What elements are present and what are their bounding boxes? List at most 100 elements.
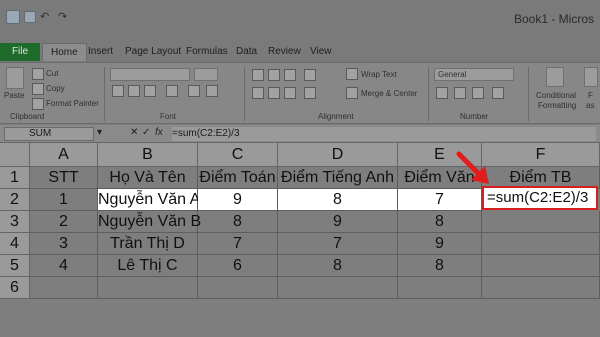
cancel-icon[interactable]: ✕ <box>130 127 138 138</box>
undo-icon[interactable]: ↶ <box>40 10 49 23</box>
table-cell[interactable]: 7 <box>198 233 278 255</box>
paste-icon[interactable] <box>6 67 24 89</box>
conditional-formatting-icon[interactable] <box>546 67 564 87</box>
table-cell[interactable]: 9 <box>398 233 482 255</box>
table-cell[interactable]: 8 <box>398 211 482 233</box>
column-header-c[interactable]: C <box>198 143 278 167</box>
table-cell[interactable] <box>482 255 600 277</box>
table-cell[interactable] <box>278 277 398 299</box>
align-left-icon[interactable] <box>252 87 264 99</box>
table-cell[interactable]: 7 <box>398 189 482 211</box>
cut-button[interactable]: Cut <box>46 69 58 78</box>
table-cell[interactable]: 8 <box>398 255 482 277</box>
table-cell[interactable]: Nguyễn Văn B <box>98 211 201 233</box>
font-name-select[interactable] <box>110 68 190 81</box>
column-header-d[interactable]: D <box>278 143 398 167</box>
table-cell[interactable]: 8 <box>278 255 398 277</box>
table-cell[interactable] <box>482 211 600 233</box>
fill-color-icon[interactable] <box>188 85 200 97</box>
format-painter-icon[interactable] <box>32 98 44 110</box>
column-header-f[interactable]: F <box>482 143 600 167</box>
tab-data[interactable]: Data <box>236 43 257 61</box>
copy-button[interactable]: Copy <box>46 84 65 93</box>
tab-insert[interactable]: Insert <box>88 43 113 61</box>
table-cell[interactable]: 9 <box>198 189 278 211</box>
tab-page-layout[interactable]: Page Layout <box>125 43 181 61</box>
align-right-icon[interactable] <box>284 87 296 99</box>
table-cell[interactable]: 1 <box>30 189 98 211</box>
table-cell[interactable]: 8 <box>198 211 278 233</box>
row-header[interactable]: 3 <box>0 211 30 233</box>
table-cell[interactable]: 9 <box>278 211 398 233</box>
underline-icon[interactable] <box>144 85 156 97</box>
format-as-label[interactable]: F <box>588 91 593 100</box>
table-cell[interactable]: Lê Thị C <box>98 255 198 277</box>
table-header-cell[interactable]: STT <box>30 167 98 189</box>
column-header-a[interactable]: A <box>30 143 98 167</box>
wrap-text-button[interactable]: Wrap Text <box>361 70 397 79</box>
table-cell[interactable] <box>198 277 278 299</box>
tab-file[interactable]: File <box>0 43 40 61</box>
table-cell[interactable] <box>98 277 198 299</box>
table-cell[interactable] <box>398 277 482 299</box>
row-header[interactable]: 4 <box>0 233 30 255</box>
table-cell[interactable] <box>482 277 600 299</box>
table-cell[interactable]: 6 <box>198 255 278 277</box>
table-cell[interactable] <box>30 277 98 299</box>
select-all-corner[interactable] <box>0 143 30 167</box>
row-header[interactable]: 6 <box>0 277 30 299</box>
comma-icon[interactable] <box>472 87 484 99</box>
table-header-cell[interactable]: Họ Và Tên <box>98 167 198 189</box>
tab-home[interactable]: Home <box>42 43 87 61</box>
currency-icon[interactable] <box>436 87 448 99</box>
table-header-cell[interactable]: Điểm Toán <box>198 167 278 189</box>
cut-icon[interactable] <box>32 68 44 80</box>
table-cell[interactable]: Nguyễn Văn A <box>98 189 200 211</box>
format-painter-button[interactable]: Format Painter <box>46 99 99 108</box>
borders-icon[interactable] <box>166 85 178 97</box>
save-icon[interactable] <box>24 11 36 23</box>
table-cell[interactable]: 4 <box>30 255 98 277</box>
tab-view[interactable]: View <box>310 43 332 61</box>
tab-formulas[interactable]: Formulas <box>186 43 228 61</box>
bold-icon[interactable] <box>112 85 124 97</box>
table-cell[interactable]: 3 <box>30 233 98 255</box>
table-cell[interactable] <box>482 233 600 255</box>
row-header[interactable]: 5 <box>0 255 30 277</box>
indent-icon[interactable] <box>304 87 316 99</box>
conditional-label[interactable]: Conditional <box>536 91 576 100</box>
active-cell-f2[interactable]: =sum(C2:E2)/3 <box>482 186 598 210</box>
align-top-icon[interactable] <box>252 69 264 81</box>
row-header[interactable]: 2 <box>0 189 30 211</box>
formatting-label[interactable]: Formatting <box>538 101 576 110</box>
font-color-icon[interactable] <box>206 85 218 97</box>
merge-center-button[interactable]: Merge & Center <box>361 89 417 98</box>
merge-center-icon[interactable] <box>346 87 358 99</box>
tab-review[interactable]: Review <box>268 43 301 61</box>
copy-icon[interactable] <box>32 83 44 95</box>
table-cell[interactable]: 8 <box>278 189 398 211</box>
percent-icon[interactable] <box>454 87 466 99</box>
wrap-text-icon[interactable] <box>346 68 358 80</box>
insert-function-icon[interactable]: fx <box>155 127 163 138</box>
paste-button[interactable]: Paste <box>4 91 24 100</box>
orientation-icon[interactable] <box>304 69 316 81</box>
format-as-table-icon[interactable] <box>584 67 598 87</box>
increase-decimal-icon[interactable] <box>492 87 504 99</box>
table-cell[interactable]: 2 <box>30 211 98 233</box>
redo-icon[interactable]: ↷ <box>58 10 67 23</box>
name-box[interactable]: SUM <box>4 127 94 141</box>
table-cell[interactable]: Trần Thị D <box>98 233 198 255</box>
chevron-down-icon[interactable]: ▾ <box>97 127 102 138</box>
table-header-cell[interactable]: Điểm Tiếng Anh <box>278 167 398 189</box>
column-header-b[interactable]: B <box>98 143 198 167</box>
align-middle-icon[interactable] <box>268 69 280 81</box>
italic-icon[interactable] <box>128 85 140 97</box>
align-center-icon[interactable] <box>268 87 280 99</box>
enter-icon[interactable]: ✓ <box>142 127 150 138</box>
align-bottom-icon[interactable] <box>284 69 296 81</box>
font-size-select[interactable] <box>194 68 218 81</box>
as-table-label[interactable]: as <box>586 101 594 110</box>
row-header[interactable]: 1 <box>0 167 30 189</box>
table-cell[interactable]: 7 <box>278 233 398 255</box>
